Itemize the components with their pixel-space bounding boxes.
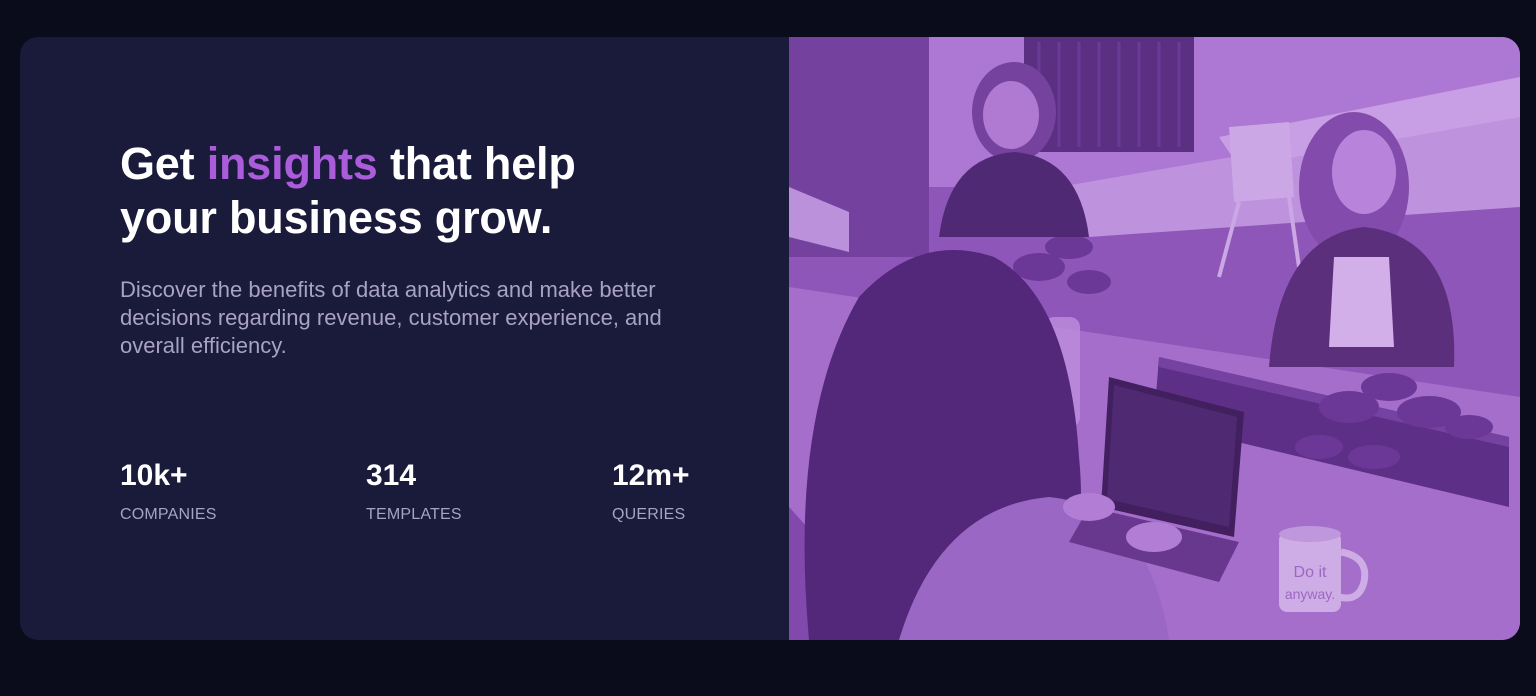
office-team-photo: Do it anyway. [789,37,1520,640]
stat-value: 12m+ [612,459,690,492]
photo-tint-overlay [789,37,1520,640]
stat-label: TEMPLATES [366,506,462,523]
stat-label: QUERIES [612,506,686,523]
stat-queries: 12m+ QUERIES [612,457,690,525]
description: Discover the benefits of data analytics … [120,277,662,358]
stat-label: COMPANIES [120,506,217,523]
headline-accent-word: insights [206,138,378,189]
stat-value: 314 [366,459,417,492]
headline-text-start: Get [120,138,207,189]
stat-companies: 10k+ COMPANIES [120,457,217,525]
headline: Get insights that help your business gro… [120,137,680,245]
office-team-photo-illustration: Do it anyway. [789,37,1520,640]
stat-value: 10k+ [120,459,188,492]
stat-templates: 314 TEMPLATES [366,457,462,525]
stats-card: Get insights that help your business gro… [20,37,1520,640]
stats-card-content: Get insights that help your business gro… [20,37,789,640]
